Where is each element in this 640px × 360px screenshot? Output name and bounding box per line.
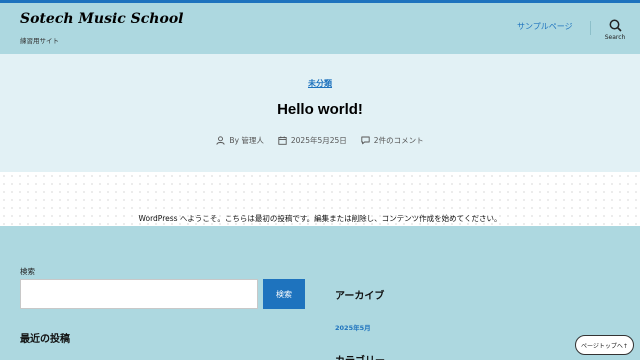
widget-recent-posts-heading: 最近の投稿	[20, 334, 70, 345]
calendar-icon	[278, 136, 287, 145]
widget-search-input[interactable]	[20, 279, 258, 309]
post-date[interactable]: 2025年5月25日	[291, 135, 347, 146]
footer-widgets: 検索 検索 最近の投稿 アーカイブ 2025年5月 カテゴリー	[0, 226, 640, 360]
post-title: Hello world!	[277, 101, 363, 118]
post-body-text: WordPress へようこそ。こちらは最初の投稿です。編集または削除し、コンテ…	[138, 214, 502, 223]
search-toggle-label: Search	[604, 34, 626, 41]
meta-author: By 管理人	[216, 135, 264, 146]
post-author[interactable]: By 管理人	[229, 135, 263, 146]
nav-sample-page-link[interactable]: サンプルページ	[517, 21, 573, 32]
site-header: Sotech Music School 練習用サイト サンプルページ Searc…	[0, 3, 640, 54]
user-icon	[216, 136, 226, 145]
site-tagline: 練習用サイト	[20, 37, 59, 45]
post-category-link[interactable]: 未分類	[0, 78, 640, 89]
site-title[interactable]: Sotech Music School	[20, 11, 183, 27]
widget-archive-heading: アーカイブ	[335, 291, 385, 302]
widget-category-heading: カテゴリー	[335, 352, 385, 360]
widget-search-label: 検索	[20, 267, 35, 276]
widget-archive-link[interactable]: 2025年5月	[335, 322, 371, 332]
post-meta: By 管理人 2025年5月25日 2件のコメント	[0, 135, 640, 146]
post-header: 未分類 Hello world! By 管理人 2025年5月25日 2件のコメ…	[0, 54, 640, 172]
back-to-top-button[interactable]: ページトップへ↑	[575, 335, 634, 355]
meta-date: 2025年5月25日	[278, 135, 347, 146]
post-comments-link[interactable]: 2件のコメント	[374, 135, 424, 146]
post-content: WordPress へようこそ。こちらは最初の投稿です。編集または削除し、コンテ…	[0, 172, 640, 226]
nav-divider	[590, 21, 591, 35]
search-toggle-button[interactable]: Search	[598, 19, 632, 49]
comment-icon	[361, 136, 370, 145]
search-icon	[609, 19, 622, 32]
widget-search-button[interactable]: 検索	[263, 279, 305, 309]
meta-comments: 2件のコメント	[361, 135, 424, 146]
